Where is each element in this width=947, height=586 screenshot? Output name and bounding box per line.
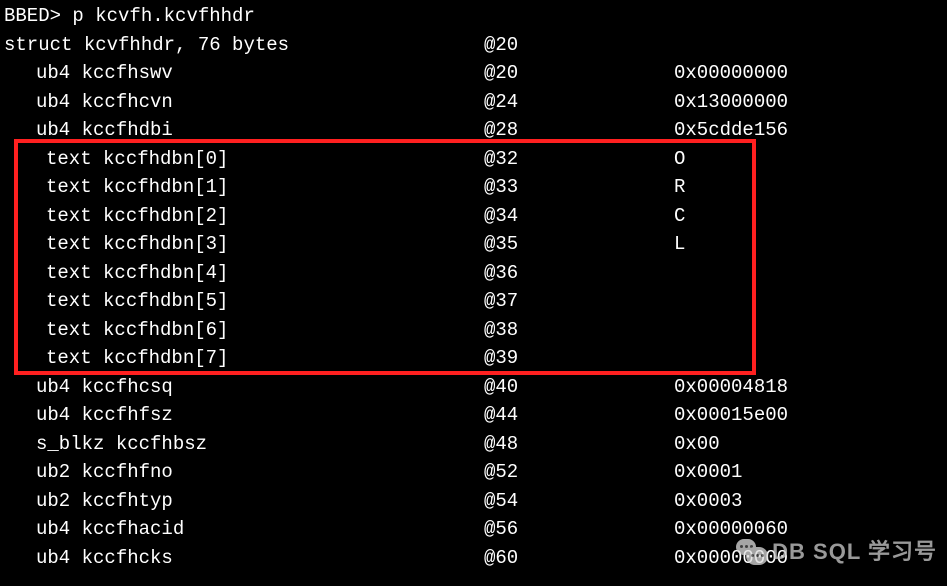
field-name: s_blkz kccfhbsz bbox=[4, 430, 484, 459]
field-name: text kccfhdbn[7] bbox=[4, 344, 484, 373]
field-name: text kccfhdbn[1] bbox=[4, 173, 484, 202]
field-name: ub4 kccfhcvn bbox=[4, 88, 484, 117]
field-name: ub4 kccfhacid bbox=[4, 515, 484, 544]
prompt: BBED> bbox=[4, 2, 72, 31]
watermark: DB SQL 学习号 bbox=[736, 535, 937, 568]
watermark-text: DB SQL 学习号 bbox=[772, 535, 937, 568]
field-name: text kccfhdbn[4] bbox=[4, 259, 484, 288]
field-name: ub2 kccfhtyp bbox=[4, 487, 484, 516]
field-value: R bbox=[674, 173, 685, 202]
output-rows: ub4 kccfhswv@200x00000000ub4 kccfhcvn@24… bbox=[4, 59, 943, 572]
field-offset: @40 bbox=[484, 373, 674, 402]
wechat-icon bbox=[736, 537, 766, 567]
field-name: ub4 kccfhcsq bbox=[4, 373, 484, 402]
output-row: ub4 kccfhswv@200x00000000 bbox=[4, 59, 943, 88]
field-offset: @54 bbox=[484, 487, 674, 516]
output-row: ub2 kccfhfno@520x0001 bbox=[4, 458, 943, 487]
field-offset: @36 bbox=[484, 259, 674, 288]
output-row: ub4 kccfhcvn@240x13000000 bbox=[4, 88, 943, 117]
output-row: ub4 kccfhcsq@400x00004818 bbox=[4, 373, 943, 402]
field-value: 0x00 bbox=[674, 430, 720, 459]
command-text: p kcvfh.kcvfhhdr bbox=[72, 2, 254, 31]
field-name: text kccfhdbn[5] bbox=[4, 287, 484, 316]
output-row: ub4 kccfhdbi@280x5cdde156 bbox=[4, 116, 943, 145]
field-value: 0x0003 bbox=[674, 487, 742, 516]
field-name: text kccfhdbn[2] bbox=[4, 202, 484, 231]
output-row: ub4 kccfhfsz@440x00015e00 bbox=[4, 401, 943, 430]
field-offset: @48 bbox=[484, 430, 674, 459]
field-value: O bbox=[674, 145, 685, 174]
field-value: L bbox=[674, 230, 685, 259]
field-name: text kccfhdbn[0] bbox=[4, 145, 484, 174]
field-name: ub4 kccfhdbi bbox=[4, 116, 484, 145]
output-row: text kccfhdbn[7]@39 bbox=[4, 344, 943, 373]
field-offset: @24 bbox=[484, 88, 674, 117]
field-name: ub4 kccfhswv bbox=[4, 59, 484, 88]
struct-name: struct kcvfhhdr, 76 bytes bbox=[4, 31, 484, 60]
field-offset: @56 bbox=[484, 515, 674, 544]
field-value: 0x13000000 bbox=[674, 88, 788, 117]
field-name: ub4 kccfhcks bbox=[4, 544, 484, 573]
field-offset: @37 bbox=[484, 287, 674, 316]
struct-header-line: struct kcvfhhdr, 76 bytes @20 bbox=[4, 31, 943, 60]
output-row: s_blkz kccfhbsz@480x00 bbox=[4, 430, 943, 459]
output-row: ub2 kccfhtyp@540x0003 bbox=[4, 487, 943, 516]
output-row: text kccfhdbn[2]@34C bbox=[4, 202, 943, 231]
field-value: 0x5cdde156 bbox=[674, 116, 788, 145]
command-line: BBED> p kcvfh.kcvfhhdr bbox=[4, 2, 943, 31]
output-row: text kccfhdbn[4]@36 bbox=[4, 259, 943, 288]
field-value: 0x00015e00 bbox=[674, 401, 788, 430]
field-name: ub4 kccfhfsz bbox=[4, 401, 484, 430]
output-row: text kccfhdbn[3]@35L bbox=[4, 230, 943, 259]
field-offset: @34 bbox=[484, 202, 674, 231]
field-offset: @38 bbox=[484, 316, 674, 345]
output-row: text kccfhdbn[0]@32O bbox=[4, 145, 943, 174]
struct-offset: @20 bbox=[484, 31, 674, 60]
output-row: text kccfhdbn[1]@33R bbox=[4, 173, 943, 202]
field-offset: @39 bbox=[484, 344, 674, 373]
output-row: text kccfhdbn[6]@38 bbox=[4, 316, 943, 345]
field-offset: @44 bbox=[484, 401, 674, 430]
output-row: text kccfhdbn[5]@37 bbox=[4, 287, 943, 316]
field-offset: @60 bbox=[484, 544, 674, 573]
field-value: 0x0001 bbox=[674, 458, 742, 487]
field-offset: @52 bbox=[484, 458, 674, 487]
field-name: text kccfhdbn[3] bbox=[4, 230, 484, 259]
field-value: C bbox=[674, 202, 685, 231]
field-offset: @33 bbox=[484, 173, 674, 202]
field-value: 0x00000000 bbox=[674, 59, 788, 88]
field-offset: @20 bbox=[484, 59, 674, 88]
field-offset: @32 bbox=[484, 145, 674, 174]
field-offset: @35 bbox=[484, 230, 674, 259]
field-name: text kccfhdbn[6] bbox=[4, 316, 484, 345]
field-value: 0x00004818 bbox=[674, 373, 788, 402]
field-offset: @28 bbox=[484, 116, 674, 145]
field-name: ub2 kccfhfno bbox=[4, 458, 484, 487]
